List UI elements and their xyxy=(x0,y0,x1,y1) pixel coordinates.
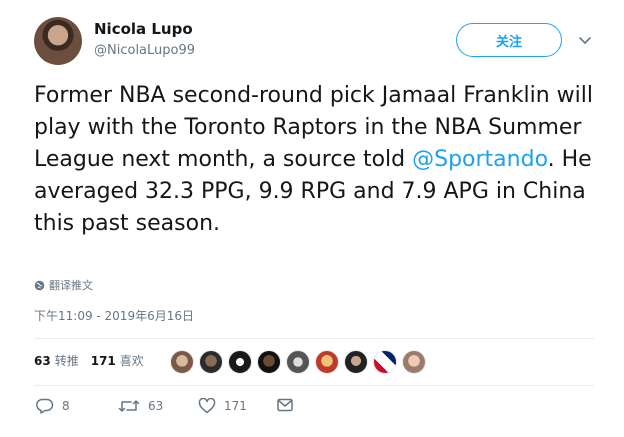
reply-count: 8 xyxy=(62,399,70,413)
liker-avatar[interactable] xyxy=(373,350,397,374)
tweet-timestamp[interactable]: 下午11:09 - 2019年6月16日 xyxy=(34,307,194,324)
chevron-down-icon[interactable] xyxy=(578,33,592,47)
liker-avatar[interactable] xyxy=(402,350,426,374)
liker-avatar[interactable] xyxy=(315,350,339,374)
author-handle[interactable]: @NicolaLupo99 xyxy=(94,43,195,58)
translate-tweet-link[interactable]: 翻译推文 xyxy=(34,277,93,293)
direct-message-button[interactable] xyxy=(277,398,301,412)
envelope-icon xyxy=(277,398,293,412)
heart-icon xyxy=(198,398,216,414)
liker-avatar[interactable] xyxy=(228,350,252,374)
like-button[interactable]: 171 xyxy=(198,398,247,414)
mention-link[interactable]: @Sportando xyxy=(412,147,548,172)
liker-avatar[interactable] xyxy=(170,350,194,374)
divider xyxy=(34,385,594,386)
divider xyxy=(34,338,594,339)
retweet-count: 63 xyxy=(148,399,164,413)
liker-avatars xyxy=(170,350,431,374)
liker-avatar[interactable] xyxy=(199,350,223,374)
follow-button[interactable]: 关注 xyxy=(456,23,562,57)
globe-icon xyxy=(34,280,45,290)
like-count: 171 xyxy=(224,399,247,413)
tweet-actions: 8 63 171 xyxy=(34,398,334,420)
retweet-button[interactable]: 63 xyxy=(118,398,163,414)
engagement-stats: 63 转推 171 喜欢 xyxy=(34,352,156,369)
liker-avatar[interactable] xyxy=(257,350,281,374)
likes-label: 喜欢 xyxy=(119,354,144,368)
translate-label[interactable]: 翻译推文 xyxy=(49,277,93,293)
reply-icon xyxy=(36,398,54,414)
retweets-count: 63 xyxy=(34,354,51,368)
retweets-stat[interactable]: 63 转推 xyxy=(34,352,79,369)
likes-count: 171 xyxy=(90,354,116,368)
liker-avatar[interactable] xyxy=(344,350,368,374)
liker-avatar[interactable] xyxy=(286,350,310,374)
retweets-label: 转推 xyxy=(54,354,79,368)
likes-stat[interactable]: 171 喜欢 xyxy=(91,352,144,369)
retweet-icon xyxy=(118,400,140,412)
reply-button[interactable]: 8 xyxy=(36,398,70,414)
author-display-name[interactable]: Nicola Lupo xyxy=(94,20,193,38)
author-avatar[interactable] xyxy=(34,17,82,65)
tweet-text: Former NBA second-round pick Jamaal Fran… xyxy=(34,80,594,240)
